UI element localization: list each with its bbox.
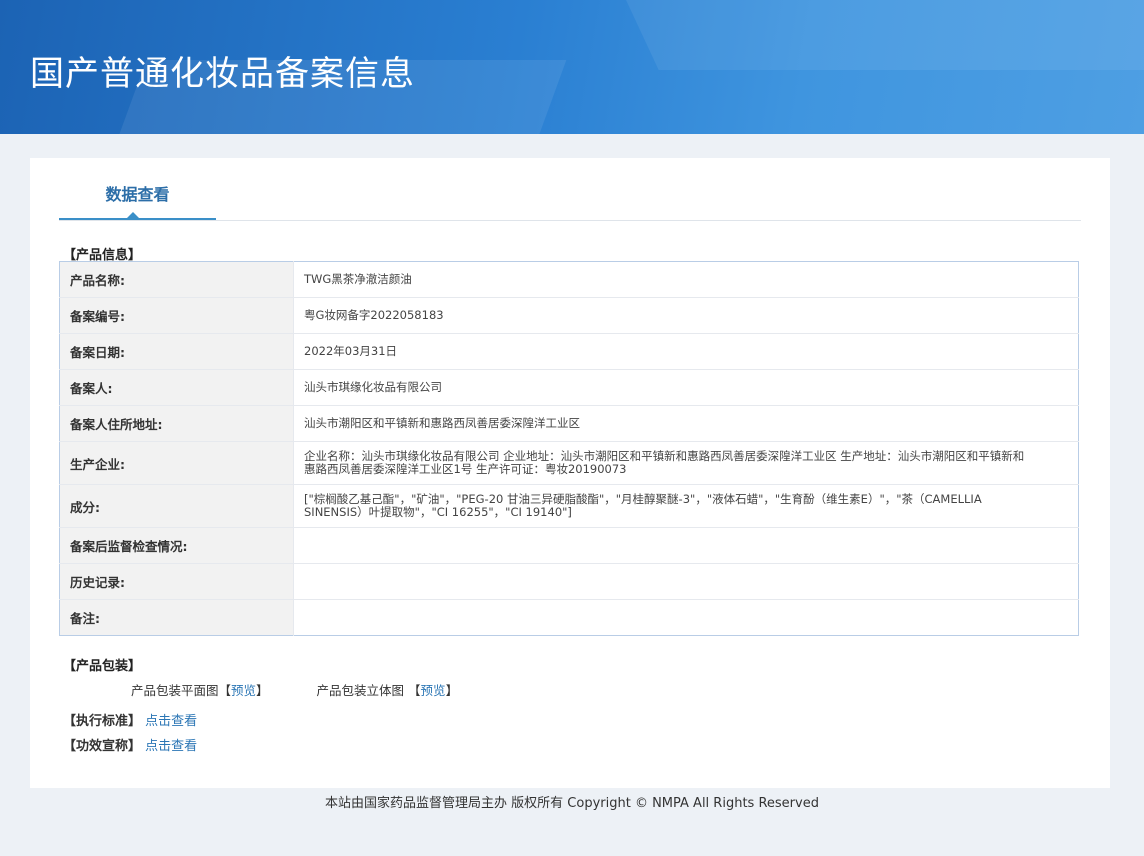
bracket-open: 【	[408, 683, 421, 698]
row-value-registrant-address: 汕头市潮阳区和平镇新和惠路西凤善居委深隍洋工业区	[293, 405, 1079, 442]
packaging-row: 产品包装平面图【预览】 产品包装立体图 【预览】	[131, 680, 458, 699]
content-card: 数据查看 【产品信息】 产品名称: TWG黑茶净澈洁颜油 备案编号: 粤G妆网备…	[30, 158, 1110, 788]
standard-view-link[interactable]: 点击查看	[145, 714, 197, 729]
row-value-manufacturer: 企业名称：汕头市琪缘化妆品有限公司 企业地址：汕头市潮阳区和平镇新和惠路西凤善居…	[293, 441, 1079, 485]
row-value-product-name: TWG黑茶净澈洁颜油	[293, 261, 1079, 298]
table-row: 备案后监督检查情况:	[59, 527, 1079, 564]
row-label-history: 历史记录:	[59, 563, 294, 600]
efficacy-row: 【功效宣称】 点击查看	[63, 735, 197, 754]
row-value-ingredients: ["棕榈酸乙基己酯"，"矿油"，"PEG-20 甘油三异硬脂酸酯"，"月桂醇聚醚…	[293, 484, 1079, 528]
table-row: 备案人住所地址: 汕头市潮阳区和平镇新和惠路西凤善居委深隍洋工业区	[59, 405, 1079, 442]
banner-decoration	[621, 0, 1144, 70]
table-row: 成分: ["棕榈酸乙基己酯"，"矿油"，"PEG-20 甘油三异硬脂酸酯"，"月…	[59, 484, 1079, 528]
footer-copyright: 本站由国家药品监督管理局主办 版权所有 Copyright © NMPA All…	[325, 796, 819, 811]
row-label-registration-date: 备案日期:	[59, 333, 294, 370]
row-value-registration-number: 粤G妆网备字2022058183	[293, 297, 1079, 334]
standard-row: 【执行标准】 点击查看	[63, 710, 197, 729]
efficacy-view-link[interactable]: 点击查看	[145, 739, 197, 754]
row-label-supervision: 备案后监督检查情况:	[59, 527, 294, 564]
standard-label: 【执行标准】	[63, 714, 142, 729]
tab-bar-divider	[59, 220, 1081, 221]
flat-preview-link[interactable]: 预览	[231, 683, 256, 698]
product-info-table: 产品名称: TWG黑茶净澈洁颜油 备案编号: 粤G妆网备字2022058183 …	[59, 261, 1079, 636]
row-value-registrant: 汕头市琪缘化妆品有限公司	[293, 369, 1079, 406]
row-value-registration-date: 2022年03月31日	[293, 333, 1079, 370]
row-label-ingredients: 成分:	[59, 484, 294, 528]
bracket-close: 】	[256, 683, 269, 698]
row-label-manufacturer: 生产企业:	[59, 441, 294, 485]
table-row: 历史记录:	[59, 563, 1079, 600]
solid-packaging-label: 产品包装立体图	[316, 683, 405, 698]
header-banner: 国产普通化妆品备案信息	[0, 0, 1144, 134]
active-tab-indicator	[59, 218, 216, 220]
table-row: 生产企业: 企业名称：汕头市琪缘化妆品有限公司 企业地址：汕头市潮阳区和平镇新和…	[59, 441, 1079, 485]
table-row: 备案人: 汕头市琪缘化妆品有限公司	[59, 369, 1079, 406]
row-value-history	[293, 563, 1079, 600]
row-label-registration-number: 备案编号:	[59, 297, 294, 334]
row-label-registrant: 备案人:	[59, 369, 294, 406]
packaging-section-title: 【产品包装】	[63, 659, 142, 674]
row-label-product-name: 产品名称:	[59, 261, 294, 298]
page-title: 国产普通化妆品备案信息	[30, 54, 415, 94]
flat-packaging-label: 产品包装平面图	[131, 683, 219, 698]
table-row: 备案日期: 2022年03月31日	[59, 333, 1079, 370]
table-row: 备案编号: 粤G妆网备字2022058183	[59, 297, 1079, 334]
solid-preview-link[interactable]: 预览	[421, 683, 446, 698]
row-value-remarks	[294, 600, 1079, 636]
bracket-open: 【	[218, 683, 232, 698]
row-value-supervision	[293, 527, 1079, 564]
efficacy-label: 【功效宣称】	[63, 739, 142, 754]
row-label-registrant-address: 备案人住所地址:	[59, 405, 294, 442]
row-label-remarks: 备注:	[59, 599, 294, 636]
table-row: 备注:	[59, 599, 1079, 636]
bracket-close: 】	[445, 683, 459, 698]
active-tab-caret-icon	[127, 212, 139, 218]
table-row: 产品名称: TWG黑茶净澈洁颜油	[59, 261, 1079, 298]
